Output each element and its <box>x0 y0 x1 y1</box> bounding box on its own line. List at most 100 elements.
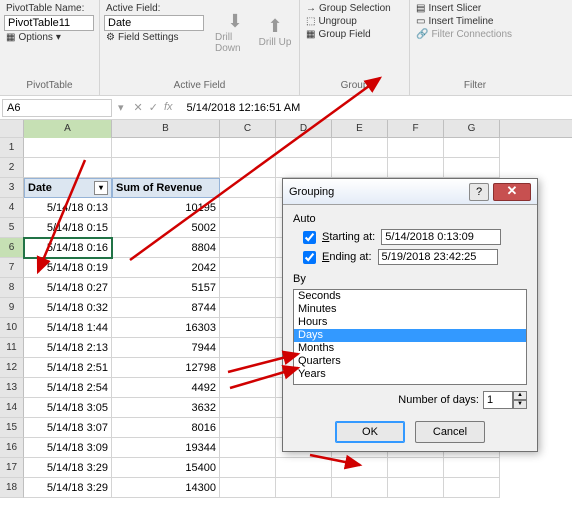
cell[interactable] <box>220 258 276 278</box>
row-header[interactable]: 4 <box>0 198 24 218</box>
field-settings-button[interactable]: ⚙Field Settings <box>104 31 181 44</box>
cell[interactable]: 12798 <box>112 358 220 378</box>
cell[interactable]: 8016 <box>112 418 220 438</box>
cell[interactable]: 5/14/18 0:16 <box>24 238 112 258</box>
cell[interactable]: 5/14/18 0:13 <box>24 198 112 218</box>
ungroup-button[interactable]: ⬚Ungroup <box>304 15 405 28</box>
cancel-button[interactable]: Cancel <box>415 421 485 443</box>
cell[interactable] <box>112 158 220 178</box>
cell[interactable]: 5/14/18 0:27 <box>24 278 112 298</box>
cell[interactable] <box>220 338 276 358</box>
cell[interactable] <box>220 318 276 338</box>
starting-at-checkbox[interactable] <box>303 231 316 244</box>
name-box-dropdown-icon[interactable]: ▾ <box>114 101 128 114</box>
row-header[interactable]: 8 <box>0 278 24 298</box>
cell[interactable]: 5002 <box>112 218 220 238</box>
row-header[interactable]: 9 <box>0 298 24 318</box>
cell[interactable] <box>220 298 276 318</box>
cell[interactable] <box>24 158 112 178</box>
options-button[interactable]: ▦Options ▾ <box>4 31 95 44</box>
cell[interactable] <box>444 478 500 498</box>
pivottable-name-input[interactable] <box>4 15 94 31</box>
cell[interactable]: 15400 <box>112 458 220 478</box>
ending-at-input[interactable] <box>378 249 498 265</box>
number-of-days-input[interactable] <box>483 391 513 409</box>
row-header[interactable]: 13 <box>0 378 24 398</box>
filter-dropdown-icon[interactable]: ▾ <box>94 181 108 195</box>
cell[interactable] <box>220 398 276 418</box>
cell[interactable] <box>276 458 332 478</box>
select-all-corner[interactable] <box>0 120 24 138</box>
cell[interactable] <box>220 178 276 198</box>
cell[interactable] <box>220 478 276 498</box>
cell[interactable]: 5/14/18 3:29 <box>24 478 112 498</box>
row-header[interactable]: 17 <box>0 458 24 478</box>
dialog-help-button[interactable]: ? <box>469 183 489 201</box>
insert-timeline-button[interactable]: ▭Insert Timeline <box>414 15 536 28</box>
cell[interactable]: 5157 <box>112 278 220 298</box>
cell[interactable] <box>388 458 444 478</box>
cell[interactable]: 5/14/18 3:09 <box>24 438 112 458</box>
column-header-A[interactable]: A <box>24 120 112 138</box>
column-header-B[interactable]: B <box>112 120 220 138</box>
starting-at-input[interactable] <box>381 229 501 245</box>
cell[interactable] <box>220 158 276 178</box>
row-header[interactable]: 16 <box>0 438 24 458</box>
cell[interactable] <box>276 478 332 498</box>
row-header[interactable]: 2 <box>0 158 24 178</box>
by-option[interactable]: Months <box>294 342 526 355</box>
row-header[interactable]: 12 <box>0 358 24 378</box>
cell[interactable]: 3632 <box>112 398 220 418</box>
active-field-input[interactable] <box>104 15 204 31</box>
cell[interactable] <box>24 138 112 158</box>
by-listbox[interactable]: SecondsMinutesHoursDaysMonthsQuartersYea… <box>293 289 527 385</box>
row-header[interactable]: 10 <box>0 318 24 338</box>
cell[interactable] <box>220 238 276 258</box>
row-header[interactable]: 14 <box>0 398 24 418</box>
by-option[interactable]: Seconds <box>294 290 526 303</box>
cell[interactable]: 5/14/18 2:51 <box>24 358 112 378</box>
row-header[interactable]: 1 <box>0 138 24 158</box>
ok-button[interactable]: OK <box>335 421 405 443</box>
cell[interactable]: 19344 <box>112 438 220 458</box>
row-header[interactable]: 6 <box>0 238 24 258</box>
by-option[interactable]: Hours <box>294 316 526 329</box>
cell[interactable] <box>388 478 444 498</box>
cell[interactable] <box>332 158 388 178</box>
cell[interactable] <box>444 158 500 178</box>
spinner-down-button[interactable]: ▼ <box>513 400 527 409</box>
cell[interactable] <box>220 138 276 158</box>
pivot-date-header[interactable]: Date▾ <box>24 178 112 198</box>
cell[interactable]: 5/14/18 3:29 <box>24 458 112 478</box>
cell[interactable] <box>276 138 332 158</box>
cell[interactable] <box>220 218 276 238</box>
cell[interactable]: 5/14/18 3:05 <box>24 398 112 418</box>
cell[interactable]: 16303 <box>112 318 220 338</box>
by-option[interactable]: Minutes <box>294 303 526 316</box>
cell[interactable]: 5/14/18 0:32 <box>24 298 112 318</box>
row-header[interactable]: 5 <box>0 218 24 238</box>
cell[interactable] <box>220 458 276 478</box>
row-header[interactable]: 7 <box>0 258 24 278</box>
cell[interactable]: 5/14/18 0:19 <box>24 258 112 278</box>
cell[interactable] <box>276 158 332 178</box>
cell[interactable] <box>220 378 276 398</box>
spinner-up-button[interactable]: ▲ <box>513 391 527 400</box>
cell[interactable]: 14300 <box>112 478 220 498</box>
column-header-F[interactable]: F <box>388 120 444 138</box>
cell[interactable] <box>220 278 276 298</box>
row-header[interactable]: 11 <box>0 338 24 358</box>
by-option[interactable]: Years <box>294 368 526 381</box>
cell[interactable]: 10195 <box>112 198 220 218</box>
column-header-E[interactable]: E <box>332 120 388 138</box>
group-field-button[interactable]: ▦Group Field <box>304 28 405 41</box>
cell[interactable] <box>220 418 276 438</box>
cell[interactable] <box>444 138 500 158</box>
column-header-D[interactable]: D <box>276 120 332 138</box>
cell[interactable]: 8744 <box>112 298 220 318</box>
cell[interactable] <box>220 438 276 458</box>
row-header[interactable]: 3 <box>0 178 24 198</box>
cell[interactable]: 5/14/18 0:15 <box>24 218 112 238</box>
column-header-C[interactable]: C <box>220 120 276 138</box>
cell[interactable]: 7944 <box>112 338 220 358</box>
